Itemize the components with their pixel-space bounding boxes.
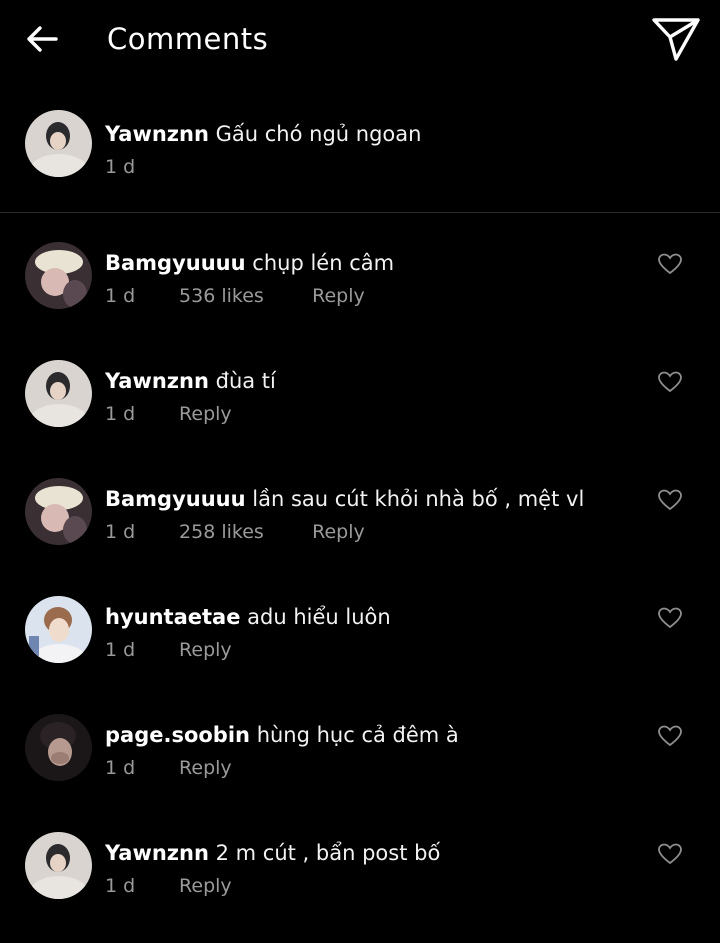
comment-item: Bamgyuuuu lần sau cút khỏi nhà bố , mệt … <box>0 478 720 578</box>
page-title: Comments <box>107 22 269 56</box>
timestamp: 1 d <box>105 403 136 425</box>
comment-item: Yawnznn đùa tí 1 d Reply <box>0 360 720 460</box>
username[interactable]: Yawnznn <box>105 369 209 393</box>
divider <box>0 212 720 213</box>
caption-text: Gấu chó ngủ ngoan <box>215 122 422 146</box>
likes-count[interactable]: 258 likes <box>179 521 306 543</box>
username[interactable]: Yawnznn <box>105 841 209 865</box>
reply-button[interactable]: Reply <box>179 639 232 661</box>
back-button[interactable] <box>22 20 62 60</box>
comment-item: Bamgyuuuu chụp lén câm 1 d 536 likes Rep… <box>0 242 720 342</box>
avatar[interactable] <box>25 110 92 177</box>
comment-text: chụp lén câm <box>252 251 395 275</box>
heart-outline-icon[interactable] <box>657 724 683 748</box>
avatar[interactable] <box>25 714 92 781</box>
heart-outline-icon[interactable] <box>657 370 683 394</box>
username[interactable]: page.soobin <box>105 723 250 747</box>
comment-text: đùa tí <box>215 369 276 393</box>
top-bar: Comments <box>0 0 720 80</box>
avatar[interactable] <box>25 478 92 545</box>
timestamp: 1 d <box>105 285 136 307</box>
paper-plane-icon <box>652 18 700 61</box>
share-button[interactable] <box>650 14 702 66</box>
timestamp: 1 d <box>105 521 136 543</box>
avatar[interactable] <box>25 832 92 899</box>
reply-button[interactable]: Reply <box>179 403 232 425</box>
reply-button[interactable]: Reply <box>312 285 365 307</box>
reply-button[interactable]: Reply <box>179 875 232 897</box>
comment-item: Yawnznn 2 m cút , bẩn post bố 1 d Reply <box>0 832 720 932</box>
comment-text: 2 m cút , bẩn post bố <box>215 841 441 865</box>
arrow-left-icon <box>27 26 58 52</box>
avatar[interactable] <box>25 596 92 663</box>
reply-button[interactable]: Reply <box>312 521 365 543</box>
heart-outline-icon[interactable] <box>657 252 683 276</box>
likes-count[interactable]: 536 likes <box>179 285 306 307</box>
heart-outline-icon[interactable] <box>657 606 683 630</box>
avatar[interactable] <box>25 360 92 427</box>
comment-item: hyuntaetae adu hiểu luôn 1 d Reply <box>0 596 720 696</box>
comment-item: page.soobin hùng hục cả đêm à 1 d Reply <box>0 714 720 814</box>
timestamp: 1 d <box>105 156 136 178</box>
post-caption: Yawnznn Gấu chó ngủ ngoan 1 d <box>0 108 720 188</box>
username[interactable]: Yawnznn <box>105 122 209 146</box>
timestamp: 1 d <box>105 757 136 779</box>
reply-button[interactable]: Reply <box>179 757 232 779</box>
timestamp: 1 d <box>105 875 136 897</box>
comment-text: lần sau cút khỏi nhà bố , mệt vl <box>252 487 585 511</box>
heart-outline-icon[interactable] <box>657 488 683 512</box>
comment-text: hùng hục cả đêm à <box>256 723 459 747</box>
username[interactable]: Bamgyuuuu <box>105 251 246 275</box>
heart-outline-icon[interactable] <box>657 842 683 866</box>
avatar[interactable] <box>25 242 92 309</box>
comment-text: adu hiểu luôn <box>247 605 391 629</box>
timestamp: 1 d <box>105 639 136 661</box>
username[interactable]: hyuntaetae <box>105 605 240 629</box>
username[interactable]: Bamgyuuuu <box>105 487 246 511</box>
